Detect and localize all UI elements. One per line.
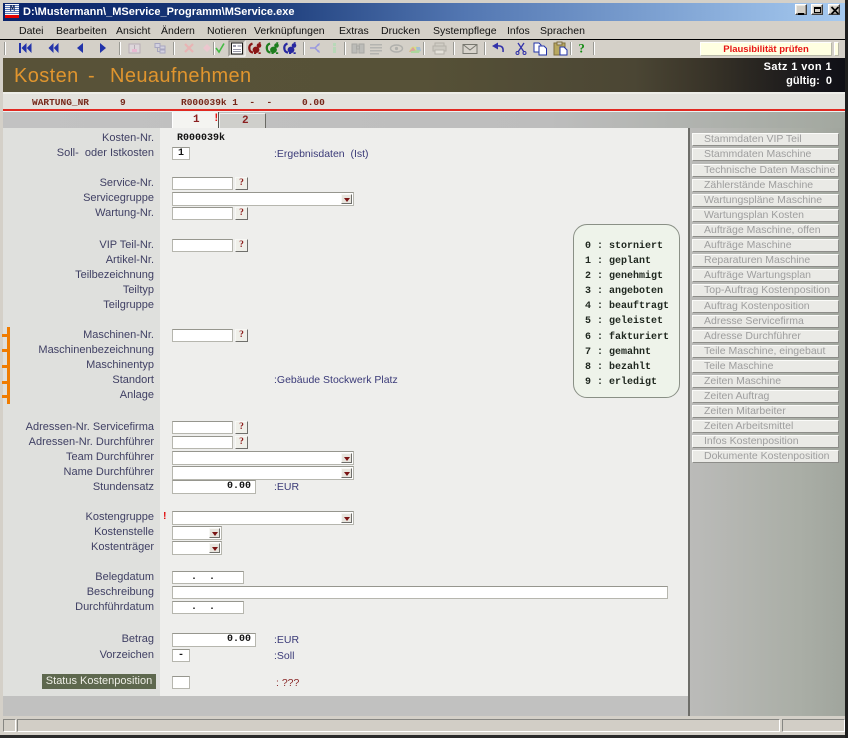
svg-text:?: ? — [579, 42, 585, 56]
